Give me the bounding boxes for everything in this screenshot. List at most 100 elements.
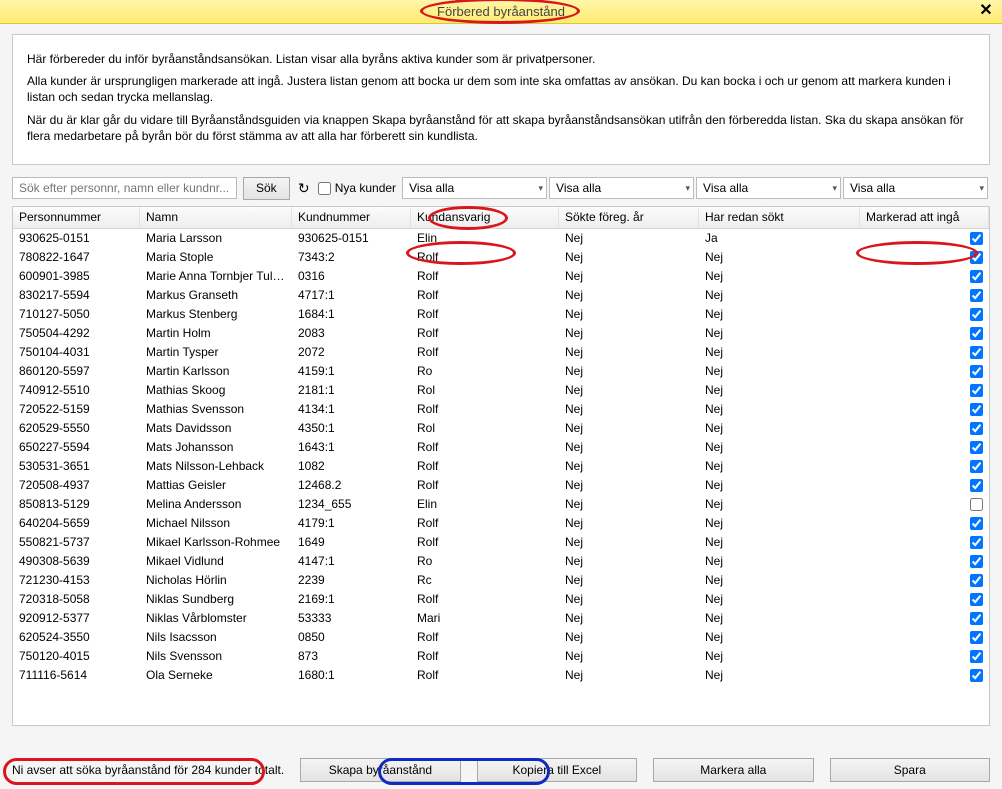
cell-namn: Mikael Vidlund bbox=[140, 552, 292, 571]
col-header-sokte[interactable]: Sökte föreg. år bbox=[559, 207, 699, 228]
cell-har-redan: Nej bbox=[699, 533, 860, 552]
cell-kundnummer: 4350:1 bbox=[292, 419, 411, 438]
col-header-kundnummer[interactable]: Kundnummer bbox=[292, 207, 411, 228]
col-header-personnummer[interactable]: Personnummer bbox=[13, 207, 140, 228]
cell-har-redan: Nej bbox=[699, 628, 860, 647]
col-header-kundansvarig[interactable]: Kundansvarig bbox=[411, 207, 559, 228]
cell-personnummer: 930625-0151 bbox=[13, 229, 140, 248]
row-checkbox[interactable] bbox=[970, 517, 983, 530]
table-row[interactable]: 850813-5129Melina Andersson1234_655ElinN… bbox=[13, 495, 989, 514]
row-checkbox[interactable] bbox=[970, 289, 983, 302]
create-button[interactable]: Skapa byråanstånd bbox=[300, 758, 460, 782]
search-button[interactable]: Sök bbox=[243, 177, 290, 200]
cell-kundnummer: 930625-0151 bbox=[292, 229, 411, 248]
filter-dropdown-4[interactable]: Visa alla ▾ bbox=[843, 177, 988, 199]
cell-markerad bbox=[860, 628, 989, 647]
cell-namn: Mats Davidsson bbox=[140, 419, 292, 438]
cell-namn: Markus Stenberg bbox=[140, 305, 292, 324]
select-all-button[interactable]: Markera alla bbox=[653, 758, 813, 782]
grid-body[interactable]: 930625-0151Maria Larsson930625-0151ElinN… bbox=[13, 229, 989, 725]
table-row[interactable]: 750120-4015Nils Svensson873RolfNejNej bbox=[13, 647, 989, 666]
table-row[interactable]: 750104-4031Martin Tysper2072RolfNejNej bbox=[13, 343, 989, 362]
cell-kundnummer: 53333 bbox=[292, 609, 411, 628]
refresh-icon[interactable]: ↻ bbox=[296, 180, 312, 196]
cell-kundansvarig: Rolf bbox=[411, 533, 559, 552]
cell-namn: Nils Svensson bbox=[140, 647, 292, 666]
cell-personnummer: 721230-4153 bbox=[13, 571, 140, 590]
table-row[interactable]: 550821-5737Mikael Karlsson-Rohmee1649Rol… bbox=[13, 533, 989, 552]
filter-dropdown-2[interactable]: Visa alla ▾ bbox=[549, 177, 694, 199]
cell-har-redan: Nej bbox=[699, 343, 860, 362]
new-customers-checkbox[interactable]: Nya kunder bbox=[318, 181, 396, 195]
row-checkbox[interactable] bbox=[970, 346, 983, 359]
table-row[interactable]: 650227-5594Mats Johansson1643:1RolfNejNe… bbox=[13, 438, 989, 457]
row-checkbox[interactable] bbox=[970, 384, 983, 397]
row-checkbox[interactable] bbox=[970, 669, 983, 682]
copy-excel-button[interactable]: Kopiera till Excel bbox=[477, 758, 637, 782]
table-row[interactable]: 860120-5597Martin Karlsson4159:1RoNejNej bbox=[13, 362, 989, 381]
row-checkbox[interactable] bbox=[970, 593, 983, 606]
table-row[interactable]: 711116-5614Ola Serneke1680:1RolfNejNej bbox=[13, 666, 989, 685]
table-row[interactable]: 530531-3651Mats Nilsson-Lehback1082RolfN… bbox=[13, 457, 989, 476]
table-row[interactable]: 620529-5550Mats Davidsson4350:1RolNejNej bbox=[13, 419, 989, 438]
table-row[interactable]: 920912-5377Niklas Vårblomster53333MariNe… bbox=[13, 609, 989, 628]
table-row[interactable]: 720318-5058Niklas Sundberg2169:1RolfNejN… bbox=[13, 590, 989, 609]
filter-dropdown-3[interactable]: Visa alla ▾ bbox=[696, 177, 841, 199]
cell-personnummer: 710127-5050 bbox=[13, 305, 140, 324]
table-row[interactable]: 710127-5050Markus Stenberg1684:1RolfNejN… bbox=[13, 305, 989, 324]
row-checkbox[interactable] bbox=[970, 441, 983, 454]
row-checkbox[interactable] bbox=[970, 498, 983, 511]
cell-markerad bbox=[860, 419, 989, 438]
cell-namn: Maria Larsson bbox=[140, 229, 292, 248]
cell-namn: Markus Granseth bbox=[140, 286, 292, 305]
table-row[interactable]: 740912-5510Mathias Skoog2181:1RolNejNej bbox=[13, 381, 989, 400]
row-checkbox[interactable] bbox=[970, 403, 983, 416]
table-row[interactable]: 600901-3985Marie Anna Tornbjer Tullbe031… bbox=[13, 267, 989, 286]
row-checkbox[interactable] bbox=[970, 536, 983, 549]
row-checkbox[interactable] bbox=[970, 308, 983, 321]
cell-kundansvarig: Rolf bbox=[411, 324, 559, 343]
row-checkbox[interactable] bbox=[970, 251, 983, 264]
close-icon[interactable]: ✕ bbox=[976, 2, 996, 22]
row-checkbox[interactable] bbox=[970, 365, 983, 378]
row-checkbox[interactable] bbox=[970, 650, 983, 663]
col-header-markerad[interactable]: Markerad att ingå bbox=[860, 207, 989, 228]
table-row[interactable]: 640204-5659Michael Nilsson4179:1RolfNejN… bbox=[13, 514, 989, 533]
row-checkbox[interactable] bbox=[970, 327, 983, 340]
table-row[interactable]: 721230-4153Nicholas Hörlin2239RcNejNej bbox=[13, 571, 989, 590]
table-row[interactable]: 620524-3550Nils Isacsson0850RolfNejNej bbox=[13, 628, 989, 647]
row-checkbox[interactable] bbox=[970, 422, 983, 435]
table-row[interactable]: 490308-5639Mikael Vidlund4147:1RoNejNej bbox=[13, 552, 989, 571]
save-button[interactable]: Spara bbox=[830, 758, 990, 782]
row-checkbox[interactable] bbox=[970, 479, 983, 492]
table-row[interactable]: 750504-4292Martin Holm2083RolfNejNej bbox=[13, 324, 989, 343]
new-customers-checkbox-input[interactable] bbox=[318, 182, 331, 195]
cell-kundansvarig: Rolf bbox=[411, 343, 559, 362]
table-row[interactable]: 720522-5159Mathias Svensson4134:1RolfNej… bbox=[13, 400, 989, 419]
cell-har-redan: Nej bbox=[699, 457, 860, 476]
cell-kundansvarig: Rc bbox=[411, 571, 559, 590]
cell-personnummer: 640204-5659 bbox=[13, 514, 140, 533]
cell-har-redan: Nej bbox=[699, 609, 860, 628]
cell-har-redan: Nej bbox=[699, 590, 860, 609]
table-row[interactable]: 780822-1647Maria Stople7343:2RolfNejNej bbox=[13, 248, 989, 267]
search-input[interactable] bbox=[12, 177, 237, 199]
table-row[interactable]: 830217-5594Markus Granseth4717:1RolfNejN… bbox=[13, 286, 989, 305]
col-header-namn[interactable]: Namn bbox=[140, 207, 292, 228]
row-checkbox[interactable] bbox=[970, 612, 983, 625]
row-checkbox[interactable] bbox=[970, 232, 983, 245]
filter-3-label: Visa alla bbox=[703, 181, 748, 195]
row-checkbox[interactable] bbox=[970, 574, 983, 587]
filter-dropdown-1[interactable]: Visa alla ▾ bbox=[402, 177, 547, 199]
row-checkbox[interactable] bbox=[970, 270, 983, 283]
cell-markerad bbox=[860, 590, 989, 609]
cell-har-redan: Nej bbox=[699, 476, 860, 495]
row-checkbox[interactable] bbox=[970, 555, 983, 568]
table-row[interactable]: 930625-0151Maria Larsson930625-0151ElinN… bbox=[13, 229, 989, 248]
row-checkbox[interactable] bbox=[970, 631, 983, 644]
row-checkbox[interactable] bbox=[970, 460, 983, 473]
col-header-har-redan[interactable]: Har redan sökt bbox=[699, 207, 860, 228]
cell-kundnummer: 4159:1 bbox=[292, 362, 411, 381]
table-row[interactable]: 720508-4937Mattias Geisler12468.2RolfNej… bbox=[13, 476, 989, 495]
cell-sokte: Nej bbox=[559, 476, 699, 495]
